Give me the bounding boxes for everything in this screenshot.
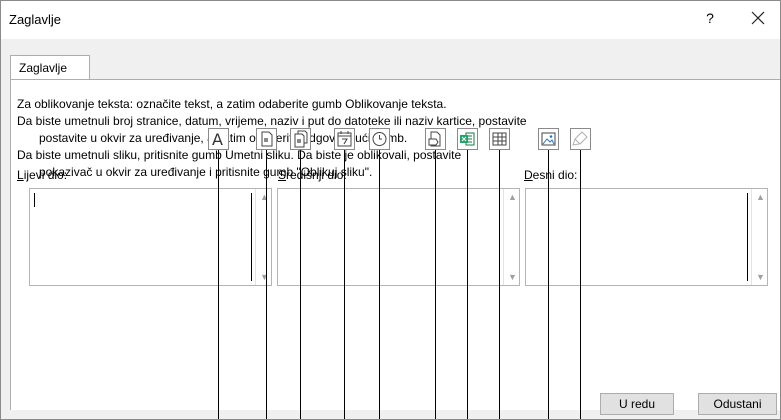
instruction-line-4: Da biste umetnuli sliku, pritisnite gumb… [17, 148, 462, 162]
clock-icon [372, 132, 387, 146]
format-picture-button [570, 128, 591, 150]
tab-header-label: Zaglavlje [19, 61, 68, 75]
close-icon [751, 11, 765, 25]
callout-line [300, 150, 301, 419]
cancel-button[interactable]: Odustani [698, 393, 777, 415]
format-text-icon: A [212, 130, 223, 149]
insert-number-of-pages-button[interactable] [290, 128, 311, 150]
tab-header[interactable]: Zaglavlje [10, 55, 90, 80]
insert-date-button[interactable] [334, 128, 355, 150]
picture-icon [541, 132, 556, 146]
excel-file-icon [460, 132, 475, 146]
format-picture-icon [572, 131, 588, 146]
file-path-icon [428, 131, 441, 147]
scroll-up-icon[interactable]: ▲ [508, 192, 517, 202]
instruction-line-1: Za oblikovanje teksta: označite tekst, a… [17, 97, 447, 111]
scroll-up-icon[interactable]: ▲ [260, 192, 269, 202]
sheet-grid-icon [492, 132, 507, 146]
right-section-textarea[interactable]: ▲ ▼ [525, 188, 768, 286]
callout-line [266, 150, 267, 419]
header-dialog: Zaglavlje ? Zaglavlje Za oblikovanje tek… [0, 0, 781, 420]
insert-time-button[interactable] [369, 128, 390, 150]
left-section-label: Lijevi dio: [17, 168, 68, 182]
left-section-textarea[interactable]: ▲ ▼ [29, 188, 272, 286]
right-section-scrollbar[interactable]: ▲ ▼ [751, 189, 768, 285]
insert-picture-button[interactable] [538, 128, 559, 150]
cursor-line [747, 193, 748, 281]
calendar-icon [337, 131, 352, 147]
insert-file-path-button[interactable] [425, 128, 446, 150]
center-section-label: Središnji dio: [278, 168, 347, 182]
callout-line [344, 150, 345, 419]
scroll-up-icon[interactable]: ▲ [756, 192, 765, 202]
right-section-label: Desni dio: [524, 168, 578, 182]
help-button[interactable]: ? [698, 10, 722, 30]
callout-line [435, 150, 436, 419]
center-section-textarea[interactable]: ▲ ▼ [277, 188, 520, 286]
callout-line [580, 150, 581, 419]
text-caret [34, 193, 35, 207]
left-section-scrollbar[interactable]: ▲ ▼ [255, 189, 272, 285]
title-bar: Zaglavlje ? [1, 1, 780, 39]
instruction-line-2: Da biste umetnuli broj stranice, datum, … [17, 114, 527, 128]
scroll-down-icon[interactable]: ▼ [756, 272, 765, 282]
close-button[interactable] [745, 8, 771, 30]
ok-button[interactable]: U redu [600, 393, 674, 415]
callout-line [548, 150, 549, 419]
format-text-button[interactable]: A [208, 128, 229, 150]
callout-line [467, 150, 468, 419]
scroll-down-icon[interactable]: ▼ [508, 272, 517, 282]
insert-sheet-name-button[interactable] [489, 128, 510, 150]
callout-line [499, 150, 500, 419]
insert-page-number-button[interactable] [256, 128, 277, 150]
callout-line [218, 150, 219, 419]
number-of-pages-icon [294, 130, 308, 148]
dialog-title: Zaglavlje [9, 12, 62, 27]
cursor-line [251, 193, 252, 281]
page-number-icon [261, 131, 273, 147]
scroll-down-icon[interactable]: ▼ [260, 272, 269, 282]
callout-line [379, 150, 380, 419]
center-section-scrollbar[interactable]: ▲ ▼ [503, 189, 520, 285]
insert-file-name-button[interactable] [457, 128, 478, 150]
